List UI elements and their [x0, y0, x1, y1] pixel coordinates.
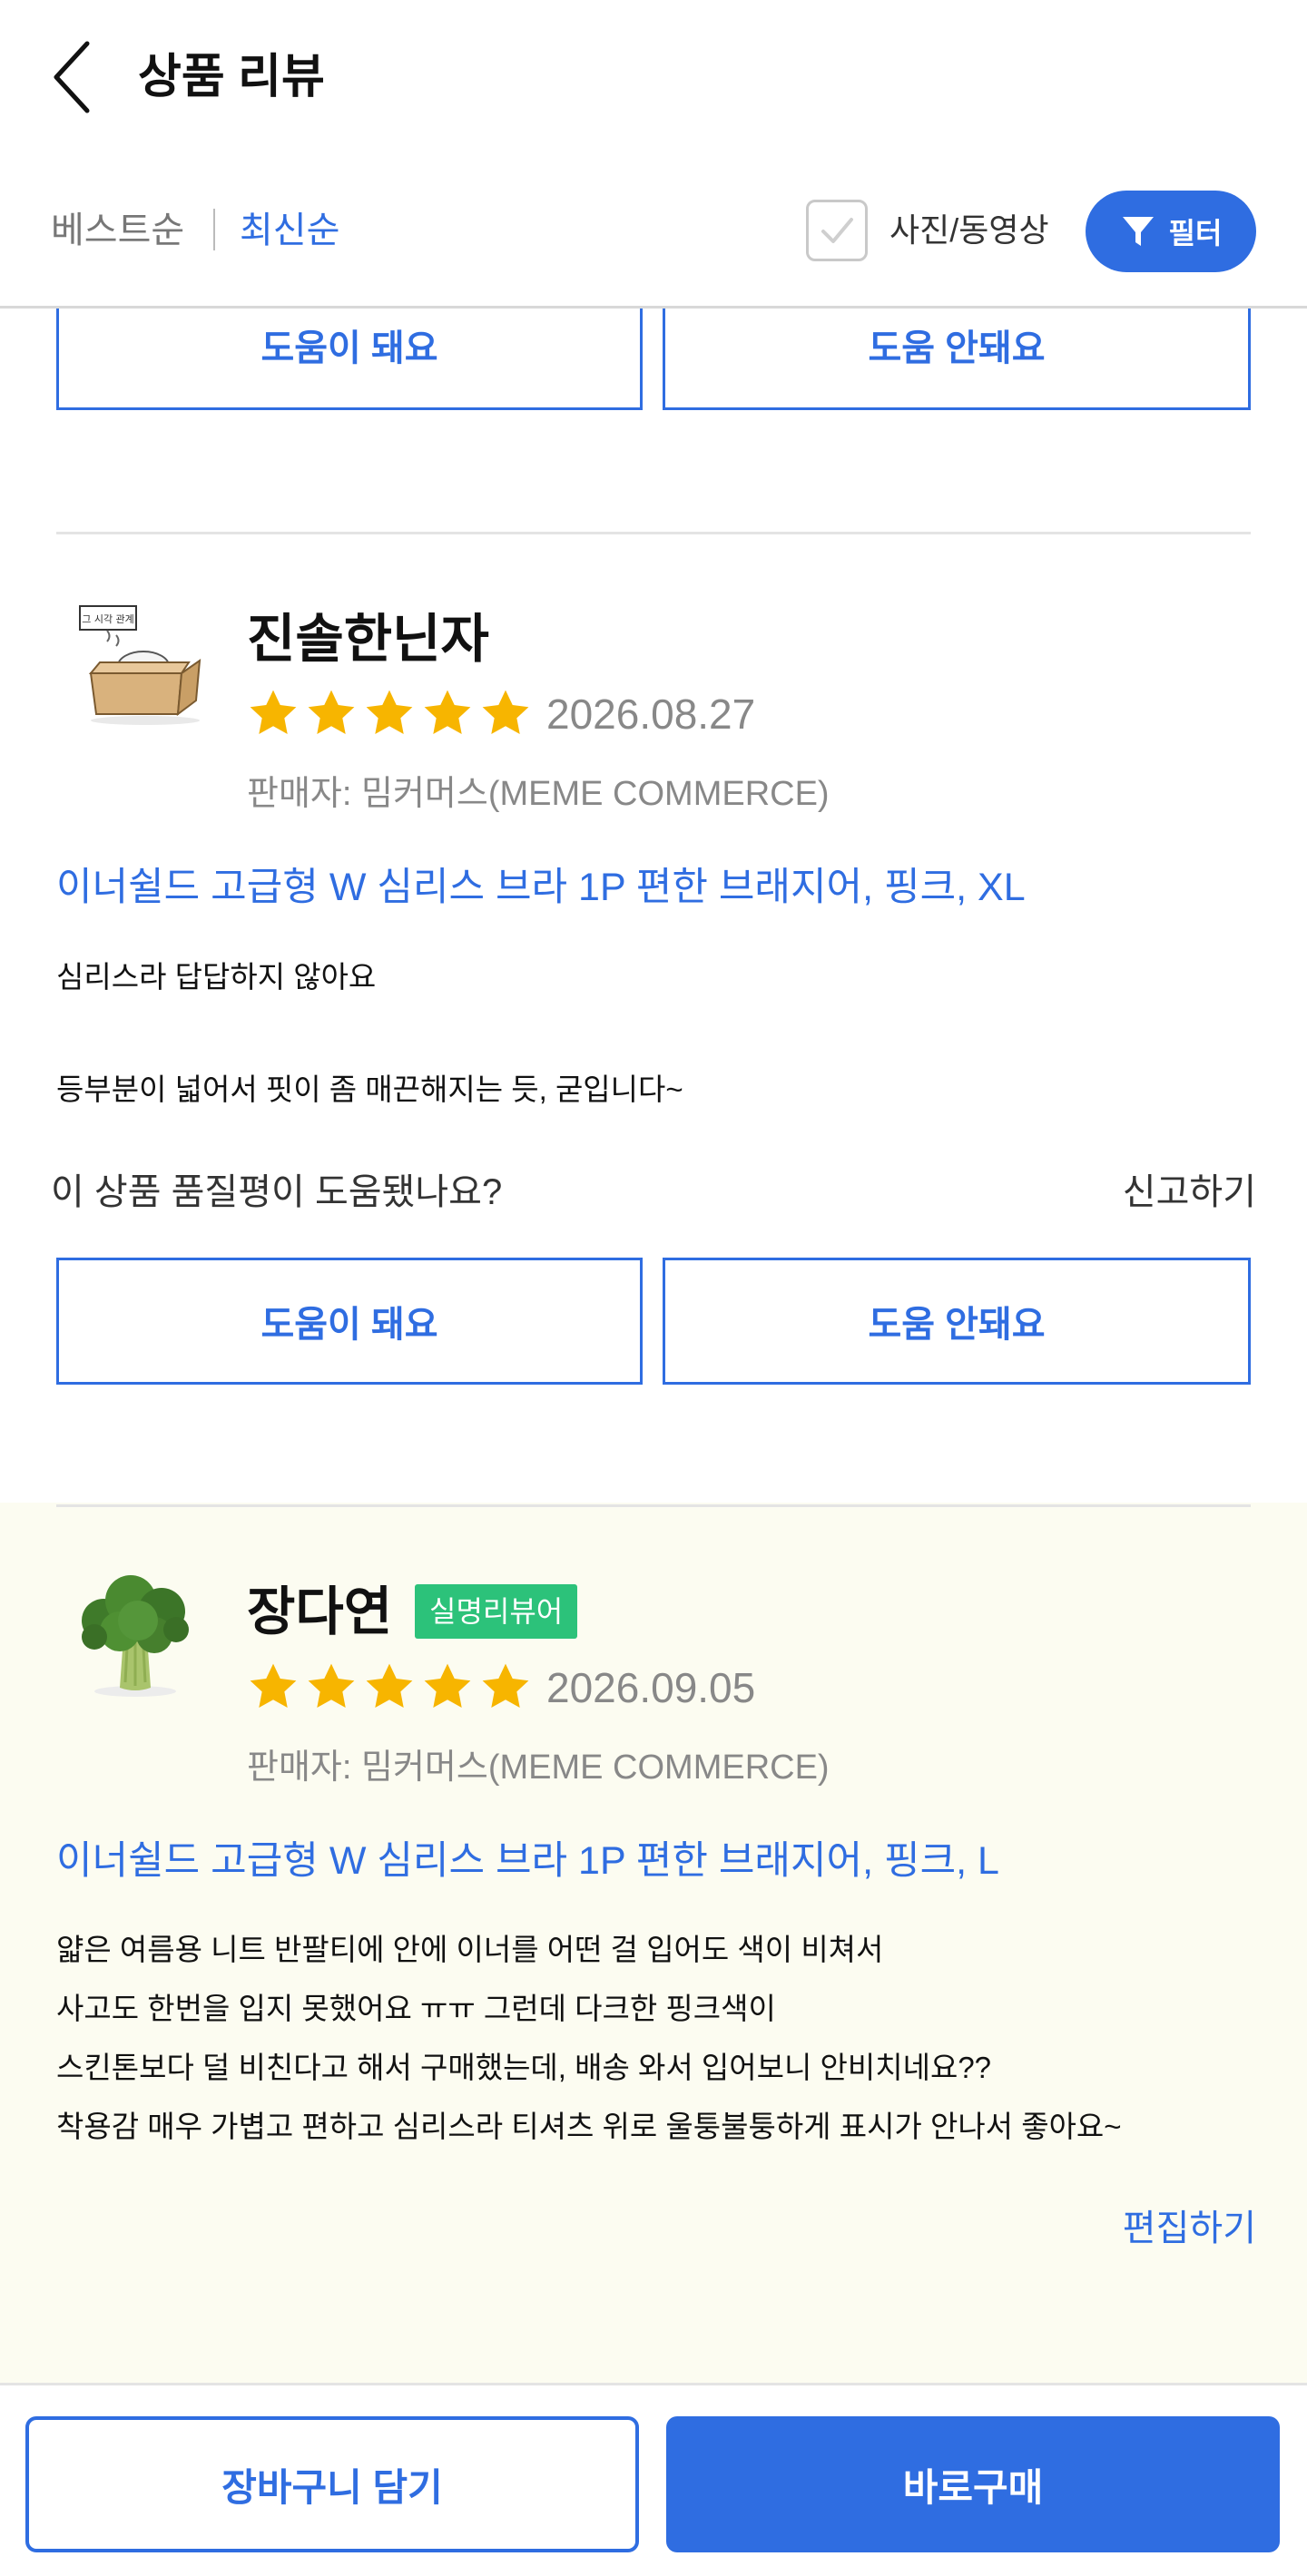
- product-name[interactable]: 이너쉴드 고급형 W 심리스 브라 1P 편한 브래지어, 핑크, L: [56, 1834, 999, 1888]
- avatar-sign-text: 그 시각 관계: [82, 613, 134, 625]
- page-title: 상품 리뷰: [138, 51, 325, 103]
- star-icon: [308, 690, 355, 734]
- star-icon: [482, 1663, 529, 1708]
- chevron-left-icon: [54, 41, 90, 113]
- star-icon: [308, 1663, 355, 1708]
- reviewer-avatar: 그 시각 관계: [73, 592, 209, 728]
- star-icon: [482, 690, 529, 734]
- review-divider: [56, 1504, 1251, 1507]
- star-icon: [424, 1663, 471, 1708]
- star-icon: [250, 1663, 297, 1708]
- sort-best[interactable]: 베스트순: [51, 203, 184, 258]
- bottom-action-bar: 장바구니 담기 바로구매: [0, 2383, 1307, 2576]
- star-icon: [366, 690, 413, 734]
- report-link[interactable]: 신고하기: [1123, 1165, 1256, 1219]
- add-to-cart-button[interactable]: 장바구니 담기: [25, 2416, 639, 2552]
- review-text-line: 등부분이 넓어서 핏이 좀 매끈해지는 듯, 굳입니다~: [56, 1073, 683, 1106]
- photo-video-label[interactable]: 사진/동영상: [889, 203, 1049, 258]
- star-icon: [424, 690, 471, 734]
- not-helpful-button[interactable]: 도움 안돼요: [663, 1258, 1251, 1385]
- buy-now-button[interactable]: 바로구매: [666, 2416, 1280, 2552]
- seller-name: 판매자: 밈커머스(MEME COMMERCE): [247, 775, 830, 813]
- reviewer-name: 진솔한닌자: [247, 610, 489, 669]
- filter-button[interactable]: 필터: [1086, 191, 1256, 272]
- filter-label: 필터: [1168, 217, 1223, 250]
- helpful-button[interactable]: 도움이 돼요: [56, 1258, 643, 1385]
- review-text-line: 얇은 여름용 니트 반팔티에 안에 이너를 어떤 걸 입어도 색이 비쳐서: [56, 1933, 884, 1966]
- product-name[interactable]: 이너쉴드 고급형 W 심리스 브라 1P 편한 브래지어, 핑크, XL: [56, 860, 1026, 915]
- review-divider: [56, 532, 1251, 534]
- rating-stars: [247, 1660, 532, 1713]
- check-icon: [821, 218, 853, 243]
- review-text-line: 착용감 매우 가볍고 편하고 심리스라 티셔츠 위로 울퉁불퉁하게 표시가 안나…: [56, 2110, 1122, 2143]
- back-button[interactable]: [45, 36, 100, 118]
- helpful-question: 이 상품 품질평이 도움됐나요?: [51, 1172, 503, 1212]
- app-header: 상품 리뷰: [0, 0, 1307, 154]
- review-date: 2026.08.27: [546, 691, 756, 738]
- funnel-icon: [1122, 217, 1154, 246]
- box-cat-avatar-icon: 그 시각 관계: [79, 605, 201, 725]
- broccoli-avatar-icon: [82, 1575, 189, 1697]
- sort-filter-bar: 베스트순 최신순 사진/동영상 필터: [0, 181, 1307, 309]
- star-icon: [250, 690, 297, 734]
- review-date: 2026.09.05: [546, 1664, 756, 1711]
- edit-review-link[interactable]: 편집하기: [1123, 2201, 1256, 2256]
- reviewer-avatar: [67, 1564, 203, 1700]
- review-text-line: 사고도 한번을 입지 못했어요 ㅠㅠ 그런데 다크한 핑크색이: [56, 1992, 776, 2025]
- review-text-line: 심리스라 답답하지 않아요: [56, 960, 377, 994]
- rating-stars: [247, 687, 532, 739]
- real-name-reviewer-badge: 실명리뷰어: [415, 1584, 578, 1639]
- photo-video-checkbox[interactable]: [806, 200, 868, 261]
- sort-divider: [213, 209, 215, 250]
- star-icon: [366, 1663, 413, 1708]
- reviewer-name: 장다연: [247, 1582, 393, 1641]
- review-text-line: 스킨톤보다 덜 비친다고 해서 구매했는데, 배송 와서 입어보니 안비치네요?…: [56, 2051, 992, 2084]
- sort-newest[interactable]: 최신순: [240, 203, 339, 258]
- seller-name: 판매자: 밈커머스(MEME COMMERCE): [247, 1748, 830, 1787]
